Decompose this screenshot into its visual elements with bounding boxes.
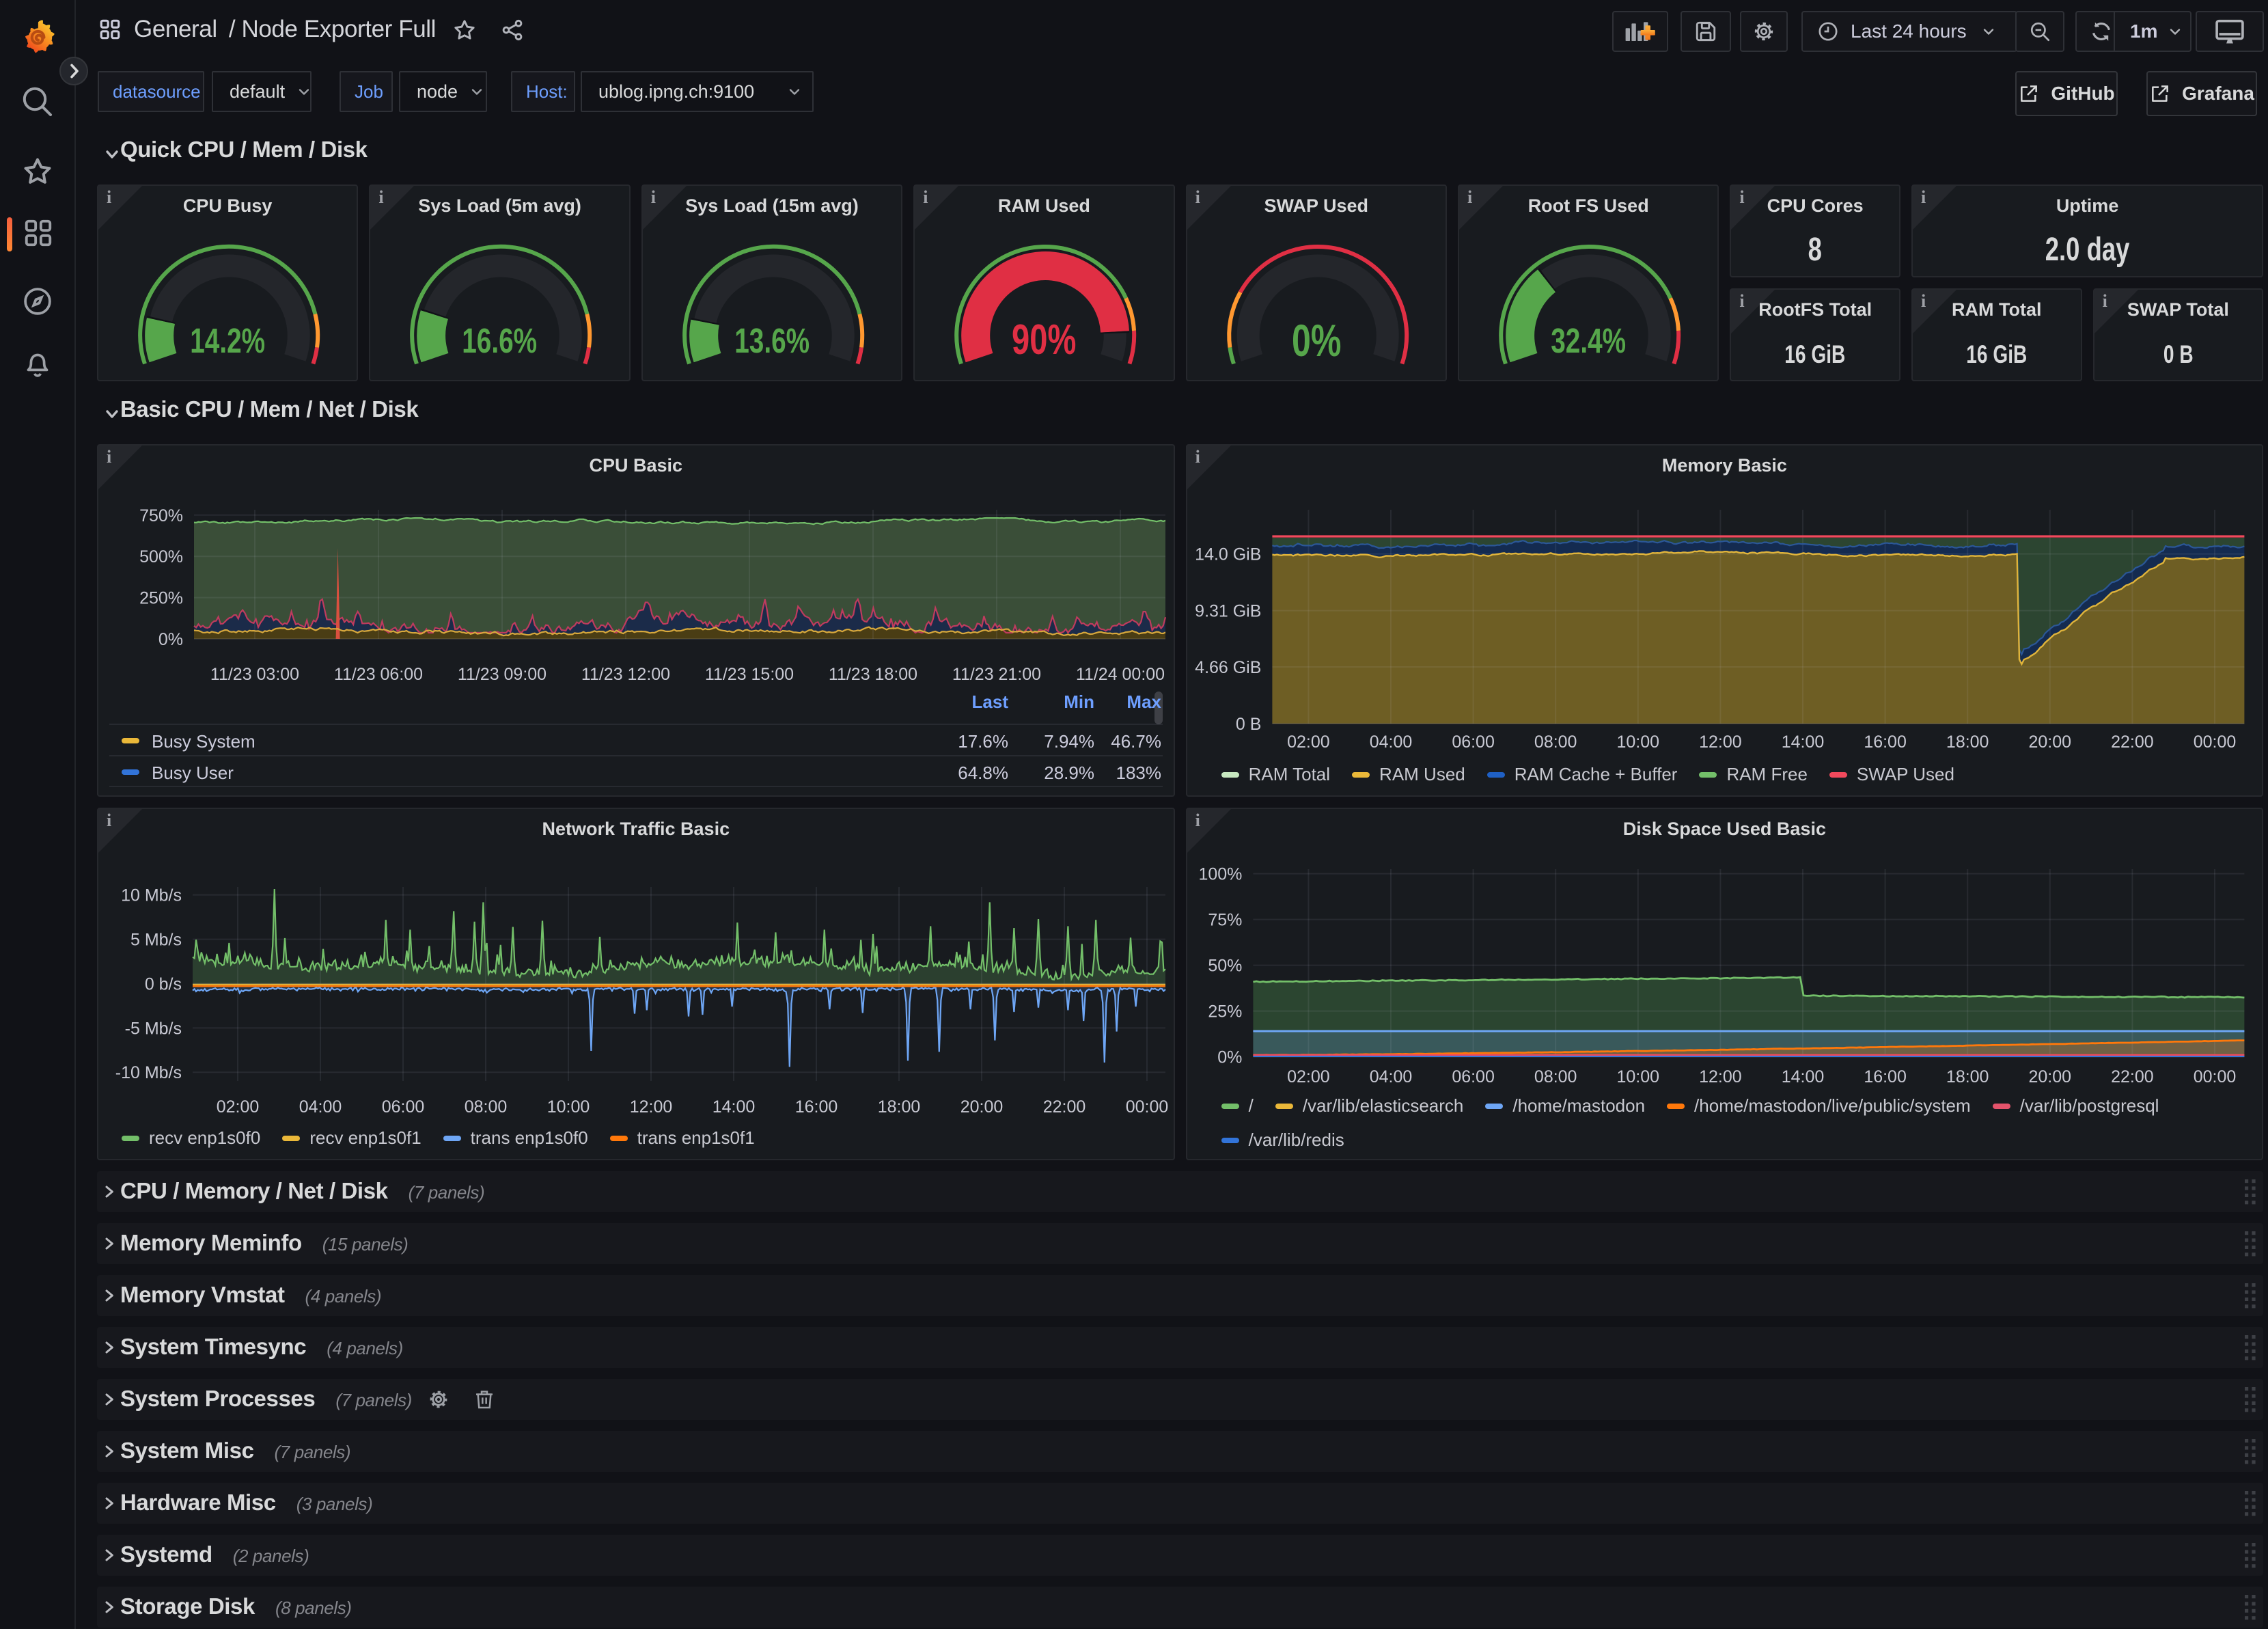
svg-text:02:00: 02:00 [1287,733,1330,752]
svg-text:0 B: 0 B [1235,715,1261,734]
svg-text:50%: 50% [1208,957,1242,976]
svg-text:16:00: 16:00 [1864,733,1907,752]
svg-text:20:00: 20:00 [2028,733,2071,752]
svg-text:9.31 GiB: 9.31 GiB [1195,602,1261,621]
svg-text:20:00: 20:00 [2028,1067,2071,1086]
svg-text:22:00: 22:00 [2111,733,2154,752]
svg-text:11/23 06:00: 11/23 06:00 [334,665,423,684]
svg-text:04:00: 04:00 [1369,733,1412,752]
svg-text:14:00: 14:00 [713,1097,756,1117]
svg-text:14:00: 14:00 [1781,1067,1824,1086]
svg-text:11/23 12:00: 11/23 12:00 [581,665,670,684]
svg-text:0%: 0% [1217,1048,1242,1067]
svg-text:750%: 750% [139,506,183,525]
svg-text:12:00: 12:00 [1699,733,1742,752]
svg-text:10 Mb/s: 10 Mb/s [121,886,182,905]
svg-text:12:00: 12:00 [1699,1067,1742,1086]
svg-text:250%: 250% [139,589,183,608]
svg-text:00:00: 00:00 [1126,1097,1169,1117]
svg-text:20:00: 20:00 [960,1097,1004,1117]
svg-text:500%: 500% [139,547,183,566]
svg-text:08:00: 08:00 [465,1097,508,1117]
svg-text:18:00: 18:00 [1946,1067,1989,1086]
svg-text:4.66 GiB: 4.66 GiB [1195,658,1261,677]
svg-text:14:00: 14:00 [1781,733,1824,752]
svg-text:0 b/s: 0 b/s [145,975,182,994]
svg-text:06:00: 06:00 [382,1097,425,1117]
svg-text:00:00: 00:00 [2193,733,2236,752]
svg-text:11/23 15:00: 11/23 15:00 [705,665,794,684]
svg-text:11/23 09:00: 11/23 09:00 [458,665,547,684]
svg-text:16:00: 16:00 [1864,1067,1907,1086]
svg-text:18:00: 18:00 [1946,733,1989,752]
svg-text:04:00: 04:00 [299,1097,342,1117]
svg-text:12:00: 12:00 [630,1097,673,1117]
svg-text:10:00: 10:00 [547,1097,590,1117]
svg-text:11/23 21:00: 11/23 21:00 [952,665,1041,684]
svg-text:08:00: 08:00 [1534,733,1577,752]
svg-text:22:00: 22:00 [2111,1067,2154,1086]
svg-text:02:00: 02:00 [217,1097,260,1117]
svg-text:14.0 GiB: 14.0 GiB [1195,545,1261,564]
svg-text:10:00: 10:00 [1616,1067,1659,1086]
svg-text:10:00: 10:00 [1616,733,1659,752]
svg-text:06:00: 06:00 [1452,733,1495,752]
svg-text:75%: 75% [1208,911,1242,930]
svg-text:11/23 18:00: 11/23 18:00 [829,665,917,684]
svg-text:02:00: 02:00 [1287,1067,1330,1086]
svg-text:-10 Mb/s: -10 Mb/s [115,1063,182,1082]
svg-text:06:00: 06:00 [1452,1067,1495,1086]
svg-text:16:00: 16:00 [795,1097,838,1117]
svg-text:04:00: 04:00 [1369,1067,1412,1086]
svg-text:00:00: 00:00 [2193,1067,2236,1086]
svg-text:18:00: 18:00 [878,1097,921,1117]
svg-text:5 Mb/s: 5 Mb/s [130,931,182,950]
svg-text:-5 Mb/s: -5 Mb/s [125,1019,182,1038]
svg-text:0%: 0% [158,630,183,649]
svg-text:25%: 25% [1208,1002,1242,1022]
svg-text:22:00: 22:00 [1043,1097,1086,1117]
svg-text:11/23 03:00: 11/23 03:00 [210,665,299,684]
svg-text:100%: 100% [1198,865,1242,884]
svg-text:11/24 00:00: 11/24 00:00 [1076,665,1165,684]
svg-text:08:00: 08:00 [1534,1067,1577,1086]
